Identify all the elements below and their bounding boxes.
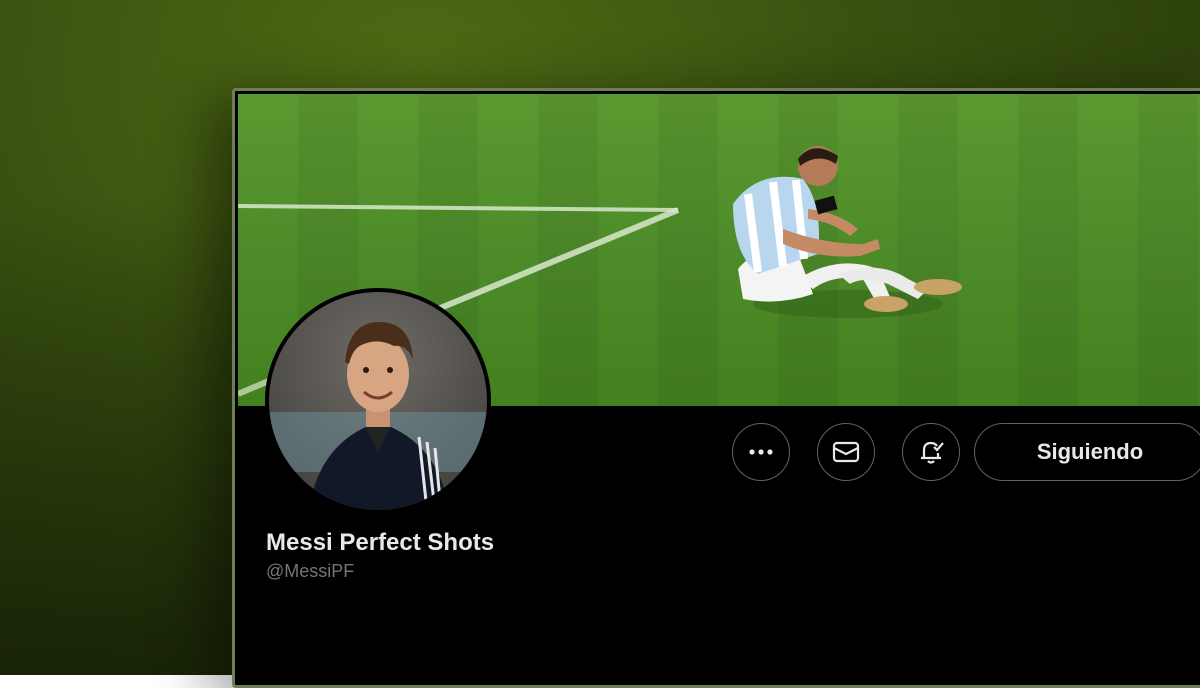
bell-check-icon [921, 441, 944, 464]
profile-handle: @MessiPF [266, 561, 355, 581]
background-shadow [0, 200, 240, 675]
player-figure [733, 146, 962, 318]
notifications-button[interactable] [902, 423, 960, 481]
more-dots-icon [749, 449, 773, 455]
following-button[interactable]: Siguiendo [974, 423, 1200, 481]
profile-avatar[interactable] [265, 288, 491, 514]
more-button[interactable] [732, 423, 790, 481]
envelope-icon [832, 441, 860, 463]
profile-window: Siguiendo Messi Perfect Shots @MessiPF [232, 88, 1200, 688]
profile-display-name: Messi Perfect Shots [266, 529, 495, 556]
profile-actions: Siguiendo [732, 423, 1200, 481]
message-button[interactable] [817, 423, 875, 481]
avatar-photo [269, 322, 487, 510]
